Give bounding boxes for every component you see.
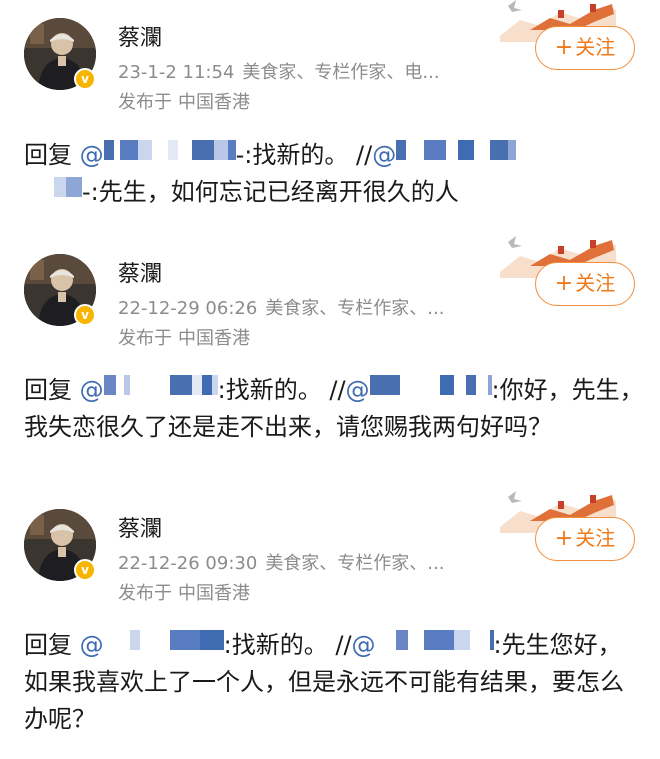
post-time: 22-12-26 09:30 bbox=[118, 553, 258, 574]
mention-at: @ bbox=[79, 141, 104, 169]
location: 中国香港 bbox=[178, 328, 250, 349]
redacted-username-continued bbox=[24, 177, 82, 199]
post-time: 22-12-29 06:26 bbox=[118, 298, 258, 319]
plus-icon: + bbox=[554, 35, 574, 60]
reply-prefix: 回复 bbox=[24, 141, 72, 169]
location: 中国香港 bbox=[178, 92, 250, 113]
redacted-username bbox=[369, 375, 492, 397]
username[interactable]: 蔡瀾 bbox=[118, 256, 162, 288]
location-line: 发布于 中国香港 bbox=[118, 579, 250, 605]
mention-at: @ bbox=[79, 376, 104, 404]
location-prefix: 发布于 bbox=[118, 328, 172, 349]
redacted-username bbox=[103, 140, 236, 162]
mention-original-user[interactable]: @ bbox=[351, 630, 494, 659]
mention-reply-user[interactable]: @ bbox=[79, 140, 236, 169]
location-prefix: 发布于 bbox=[118, 92, 172, 113]
forward-marker: // bbox=[335, 631, 352, 659]
post-time: 23-1-2 11:54 bbox=[118, 62, 235, 83]
verified-badge-icon: v bbox=[74, 68, 96, 90]
location: 中国香港 bbox=[178, 583, 250, 604]
verified-badge-icon: v bbox=[74, 304, 96, 326]
username[interactable]: 蔡瀾 bbox=[118, 511, 162, 543]
mention-at: @ bbox=[79, 631, 104, 659]
plus-icon: + bbox=[554, 526, 574, 551]
forward-marker: // bbox=[329, 376, 346, 404]
follow-button[interactable]: + 关注 bbox=[535, 262, 635, 306]
follow-button[interactable]: + 关注 bbox=[535, 26, 635, 70]
redacted-username bbox=[396, 140, 517, 162]
reply-prefix: 回复 bbox=[24, 631, 72, 659]
forward-at: @ bbox=[345, 376, 370, 404]
location-line: 发布于 中国香港 bbox=[118, 88, 250, 114]
follow-label: 关注 bbox=[575, 271, 616, 295]
follow-label: 关注 bbox=[575, 35, 616, 59]
forward-at: @ bbox=[372, 141, 397, 169]
redacted-username bbox=[103, 630, 224, 652]
user-tags: 美食家、专栏作家、电... bbox=[242, 62, 440, 83]
verified-badge-icon: v bbox=[74, 559, 96, 581]
username[interactable]: 蔡瀾 bbox=[118, 20, 162, 52]
reply-prefix: 回复 bbox=[24, 376, 72, 404]
plus-icon: + bbox=[554, 271, 574, 296]
original-text: -:先生，如何忘记已经离开很久的人 bbox=[82, 178, 459, 206]
meta-line: 22-12-26 09:30 美食家、专栏作家、... bbox=[118, 549, 444, 575]
mention-reply-user[interactable]: @ bbox=[79, 630, 224, 659]
user-tags: 美食家、专栏作家、... bbox=[265, 298, 445, 319]
user-tags: 美食家、专栏作家、... bbox=[265, 553, 445, 574]
follow-label: 关注 bbox=[575, 526, 616, 550]
redacted-username bbox=[375, 630, 494, 652]
location-prefix: 发布于 bbox=[118, 583, 172, 604]
forward-at: @ bbox=[351, 631, 376, 659]
post-text: 回复 @:找新的。 //@:先生您好，如果我喜欢上了一个人，但是永远不可能有结果… bbox=[24, 627, 644, 738]
mention-reply-user[interactable]: @ bbox=[79, 375, 218, 404]
location-line: 发布于 中国香港 bbox=[118, 324, 250, 350]
post-text: 回复 @:找新的。 //@:你好，先生，我失恋很久了还是走不出来，请您赐我两句好… bbox=[24, 372, 644, 446]
redacted-username bbox=[103, 375, 218, 397]
reply-text: -:找新的。 bbox=[235, 141, 349, 169]
follow-button[interactable]: + 关注 bbox=[535, 517, 635, 561]
post-text: 回复 @ -:找新的。 //@ -:先生，如何忘记已经离开很久的人 bbox=[24, 137, 644, 211]
mention-original-user[interactable]: @ bbox=[372, 140, 517, 169]
meta-line: 23-1-2 11:54 美食家、专栏作家、电... bbox=[118, 58, 440, 84]
reply-text: :找新的。 bbox=[223, 631, 328, 659]
mention-original-user[interactable]: @ bbox=[345, 375, 492, 404]
meta-line: 22-12-29 06:26 美食家、专栏作家、... bbox=[118, 294, 444, 320]
forward-marker: // bbox=[356, 141, 373, 169]
reply-text: :找新的。 bbox=[217, 376, 322, 404]
